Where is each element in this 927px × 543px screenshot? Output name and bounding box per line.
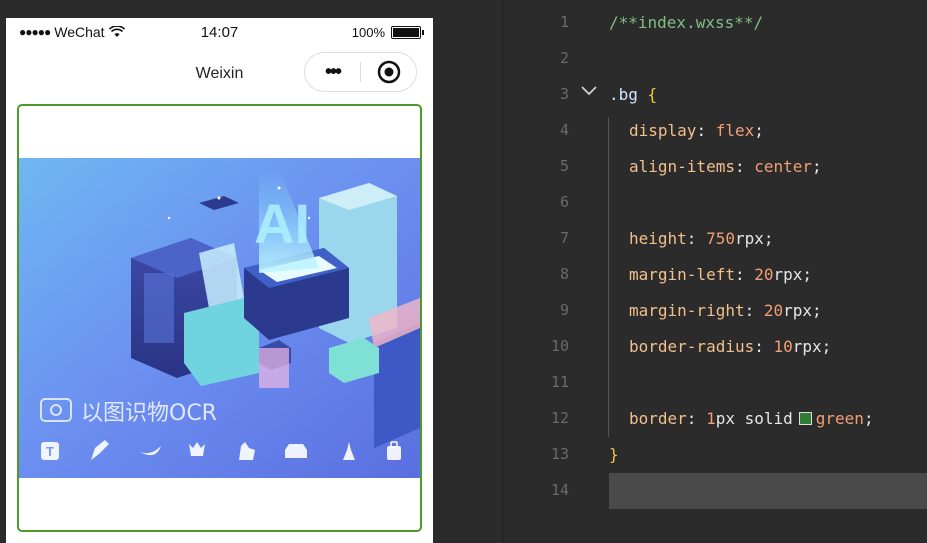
target-icon bbox=[377, 60, 400, 84]
status-bar: ●●●●● WeChat 14:07 100% bbox=[6, 18, 433, 48]
css-keyword: solid bbox=[734, 409, 793, 428]
code-line[interactable]: 10 border-radius: 10rpx; bbox=[440, 328, 927, 364]
css-unit: px bbox=[715, 409, 735, 428]
close-brace: } bbox=[609, 445, 619, 464]
line-number: 2 bbox=[559, 49, 569, 67]
code-line[interactable]: 13 } bbox=[440, 436, 927, 472]
code-line[interactable]: 8 margin-left: 20rpx; bbox=[440, 256, 927, 292]
car-icon bbox=[285, 444, 307, 458]
more-button[interactable]: ••• bbox=[305, 62, 360, 82]
css-value: center bbox=[754, 157, 813, 176]
code-line[interactable]: 5 align-items: center; bbox=[440, 148, 927, 184]
code-line[interactable]: 4 display: flex; bbox=[440, 112, 927, 148]
line-number: 8 bbox=[559, 265, 569, 283]
css-number: 20 bbox=[754, 265, 774, 284]
code-line[interactable]: 11 bbox=[440, 364, 927, 400]
code-editor[interactable]: 1 /**index.wxss**/ 2 3 .bg { 4 display: … bbox=[440, 0, 927, 543]
text-icon: T bbox=[41, 442, 59, 460]
code-line[interactable]: 7 height: 750rpx; bbox=[440, 220, 927, 256]
code-line[interactable]: 3 .bg { bbox=[440, 76, 927, 112]
menu-capsule: ••• bbox=[304, 52, 417, 92]
nav-bar: Weixin ••• bbox=[6, 48, 433, 100]
brand-text: 以图识物OCR bbox=[81, 401, 217, 426]
close-button[interactable] bbox=[361, 60, 416, 84]
line-number: 10 bbox=[550, 337, 569, 355]
css-unit: rpx bbox=[783, 301, 813, 320]
css-property: border bbox=[629, 409, 687, 428]
css-property: margin-left bbox=[629, 265, 735, 284]
line-number: 14 bbox=[550, 481, 569, 499]
line-number: 12 bbox=[550, 409, 569, 427]
css-selector: .bg bbox=[609, 85, 638, 104]
simulator-panel: ●●●●● WeChat 14:07 100% Weixin ••• AI 以图… bbox=[0, 0, 440, 543]
css-number: 750 bbox=[706, 229, 735, 248]
ocr-banner-image[interactable]: AI 以图识物OCR T bbox=[19, 158, 420, 478]
css-color: green bbox=[815, 409, 864, 428]
line-number: 6 bbox=[559, 193, 569, 211]
line-number: 9 bbox=[559, 301, 569, 319]
css-number: 20 bbox=[763, 301, 784, 320]
css-property: align-items bbox=[629, 157, 735, 176]
css-unit: rpx bbox=[792, 337, 822, 356]
svg-text:T: T bbox=[46, 444, 54, 459]
code-line[interactable]: 14 bbox=[440, 472, 927, 508]
css-unit: rpx bbox=[773, 265, 803, 284]
code-line[interactable]: 1 /**index.wxss**/ bbox=[440, 4, 927, 40]
line-number: 13 bbox=[550, 445, 569, 463]
line-number: 3 bbox=[559, 85, 569, 103]
css-number: 1 bbox=[706, 409, 716, 428]
line-number: 1 bbox=[559, 13, 569, 31]
line-number: 4 bbox=[559, 121, 569, 139]
color-swatch-icon[interactable] bbox=[798, 412, 812, 425]
open-brace: { bbox=[637, 85, 658, 104]
css-unit: rpx bbox=[734, 229, 764, 248]
ai-glyph: AI bbox=[254, 192, 310, 255]
battery-icon bbox=[391, 26, 424, 39]
banner-illustration: AI 以图识物OCR T bbox=[19, 158, 420, 478]
code-line[interactable]: 6 bbox=[440, 184, 927, 220]
code-line[interactable]: 2 bbox=[440, 40, 927, 76]
battery-percent: 100% bbox=[351, 25, 385, 40]
battery-info: 100% bbox=[351, 25, 424, 40]
line-number: 7 bbox=[559, 229, 569, 247]
css-property: margin-right bbox=[629, 301, 745, 320]
bg-container: AI 以图识物OCR T bbox=[17, 104, 422, 532]
phone-screen: ●●●●● WeChat 14:07 100% Weixin ••• AI 以图… bbox=[6, 18, 433, 543]
css-property: height bbox=[629, 229, 687, 248]
code-line[interactable]: 9 margin-right: 20rpx; bbox=[440, 292, 927, 328]
css-property: border-radius bbox=[629, 337, 755, 356]
css-property: display bbox=[629, 121, 697, 140]
line-number: 5 bbox=[559, 157, 569, 175]
css-value: flex bbox=[715, 121, 755, 140]
code-comment: /**index.wxss**/ bbox=[609, 13, 764, 32]
css-number: 10 bbox=[773, 337, 793, 356]
line-number: 11 bbox=[550, 373, 569, 391]
code-line[interactable]: 12 border: 1px solid green; bbox=[440, 400, 927, 436]
